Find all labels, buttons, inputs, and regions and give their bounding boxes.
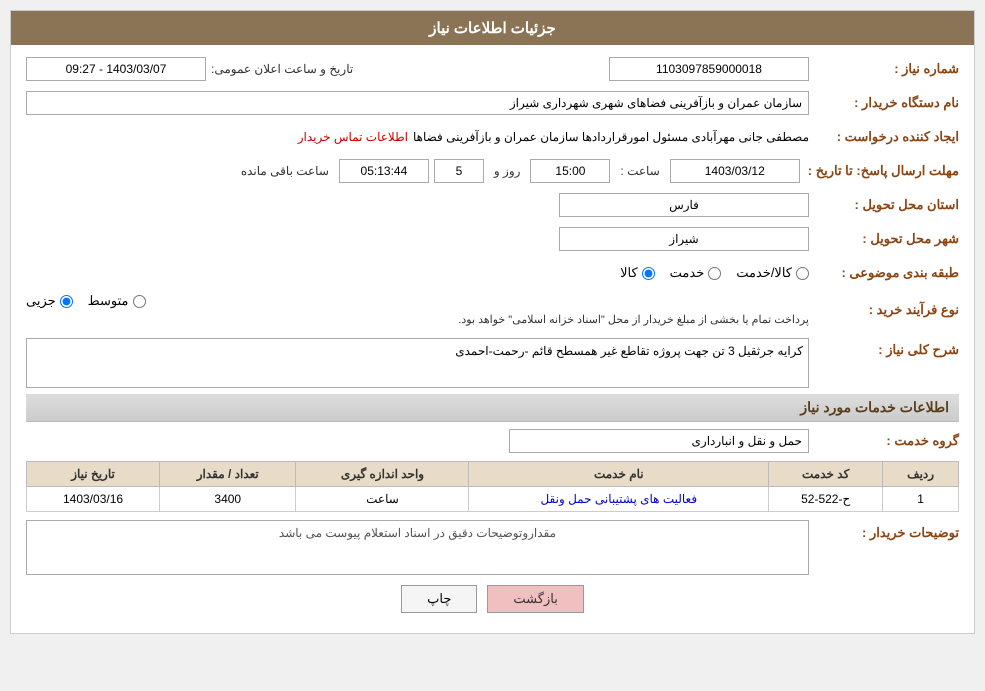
- services-section: ردیف کد خدمت نام خدمت واحد اندازه گیری ت…: [26, 461, 959, 512]
- row-farayand: نوع فرآیند خرید : متوسط جزیی پرداخت تمام…: [26, 293, 959, 326]
- col-name: نام خدمت: [469, 462, 769, 487]
- farayand-radio-group: متوسط جزیی: [26, 293, 809, 309]
- radio-khadamat-label: خدمت: [670, 265, 705, 281]
- print-button[interactable]: چاپ: [401, 585, 477, 613]
- nam-dastgah-input[interactable]: [26, 91, 809, 115]
- contact-link[interactable]: اطلاعات تماس خریدار: [298, 130, 408, 144]
- content-area: شماره نیاز : تاریخ و ساعت اعلان عمومی: ن…: [11, 45, 974, 633]
- table-header-row: ردیف کد خدمت نام خدمت واحد اندازه گیری ت…: [27, 462, 959, 487]
- col-tedad: تعداد / مقدار: [160, 462, 296, 487]
- cell-tarikh: 1403/03/16: [27, 487, 160, 512]
- tarikh-saat-label: تاریخ و ساعت اعلان عمومی:: [206, 62, 358, 76]
- col-vahed: واحد اندازه گیری: [296, 462, 469, 487]
- ostan-label: استان محل تحویل :: [809, 197, 959, 213]
- sharh-textarea[interactable]: [26, 338, 809, 388]
- group-service-label: گروه خدمت :: [809, 433, 959, 449]
- cell-vahed: ساعت: [296, 487, 469, 512]
- group-service-value-cell: [26, 429, 809, 453]
- col-radif: ردیف: [883, 462, 959, 487]
- time-input[interactable]: [530, 159, 610, 183]
- shahr-value-cell: [26, 227, 809, 251]
- buttons-row: بازگشت چاپ: [26, 585, 959, 613]
- shomara-input[interactable]: [609, 57, 809, 81]
- shahr-input[interactable]: [559, 227, 809, 251]
- mohlat-label: مهلت ارسال پاسخ: تا تاریخ :: [800, 163, 959, 179]
- row-buyer-notes: توضیحات خریدار :: [26, 520, 959, 575]
- nam-dastgah-label: نام دستگاه خریدار :: [809, 95, 959, 111]
- row-tabaqe: طبقه بندی موضوعی : کالا/خدمت خدمت کالا: [26, 259, 959, 287]
- farayand-desc: پرداخت تمام یا بخشی از مبلغ خریدار از مح…: [26, 313, 809, 326]
- radio-khadamat[interactable]: [708, 267, 721, 280]
- radio-kala-khadamat-label: کالا/خدمت: [736, 265, 792, 281]
- table-row: 1 ح-522-52 فعالیت های پشتیبانی حمل ونقل …: [27, 487, 959, 512]
- date-input[interactable]: [670, 159, 800, 183]
- ostan-input[interactable]: [559, 193, 809, 217]
- ijad-value-cell: مصطفی جانی مهرآبادی مسئول امورقراردادها …: [26, 130, 809, 144]
- shomara-value-cell: [358, 57, 809, 81]
- row-group-service: گروه خدمت :: [26, 427, 959, 455]
- row-nam-dastgah: نام دستگاه خریدار :: [26, 89, 959, 117]
- radio-motavaset-item: متوسط: [88, 293, 146, 309]
- group-service-input[interactable]: [509, 429, 809, 453]
- buyer-notes-label: توضیحات خریدار :: [809, 520, 959, 541]
- radio-kala-item: کالا: [620, 265, 655, 281]
- ijad-label: ایجاد کننده درخواست :: [809, 129, 959, 145]
- radio-kala-label: کالا: [620, 265, 638, 281]
- main-container: جزئیات اطلاعات نیاز شماره نیاز : تاریخ و…: [10, 10, 975, 634]
- tabaqe-value-cell: کالا/خدمت خدمت کالا: [26, 265, 809, 281]
- cell-kod: ح-522-52: [769, 487, 883, 512]
- shomara-label: شماره نیاز :: [809, 61, 959, 77]
- roz-input[interactable]: [434, 159, 484, 183]
- row-shomara: شماره نیاز : تاریخ و ساعت اعلان عمومی:: [26, 55, 959, 83]
- roz-label: روز و: [489, 164, 526, 178]
- time-label: ساعت :: [615, 164, 664, 178]
- page-header: جزئیات اطلاعات نیاز: [11, 11, 974, 45]
- row-ostan: استان محل تحویل :: [26, 191, 959, 219]
- farayand-label: نوع فرآیند خرید :: [809, 302, 959, 318]
- nam-dastgah-value-cell: [26, 91, 809, 115]
- row-shahr: شهر محل تحویل :: [26, 225, 959, 253]
- radio-jozii-label: جزیی: [26, 293, 56, 309]
- radio-khadamat-item: خدمت: [670, 265, 722, 281]
- tarikh-saat-input[interactable]: [26, 57, 206, 81]
- radio-kala-khadamat-item: کالا/خدمت: [736, 265, 809, 281]
- services-section-header: اطلاعات خدمات مورد نیاز: [26, 394, 959, 422]
- buyer-notes-value-cell: [26, 520, 809, 575]
- ijad-value: مصطفی جانی مهرآبادی مسئول امورقراردادها …: [413, 130, 809, 144]
- radio-motavaset-label: متوسط: [88, 293, 129, 309]
- back-button[interactable]: بازگشت: [487, 585, 583, 613]
- tabaqe-label: طبقه بندی موضوعی :: [809, 265, 959, 281]
- row-ijad: ایجاد کننده درخواست : مصطفی جانی مهرآباد…: [26, 123, 959, 151]
- sharh-value-cell: [26, 338, 809, 388]
- radio-kala-khadamat[interactable]: [796, 267, 809, 280]
- services-table: ردیف کد خدمت نام خدمت واحد اندازه گیری ت…: [26, 461, 959, 512]
- radio-kala[interactable]: [642, 267, 655, 280]
- remaining-label: ساعت باقی مانده: [236, 164, 334, 178]
- remaining-input[interactable]: [339, 159, 429, 183]
- radio-motavaset[interactable]: [133, 295, 146, 308]
- cell-name: فعالیت های پشتیبانی حمل ونقل: [469, 487, 769, 512]
- page-wrapper: جزئیات اطلاعات نیاز شماره نیاز : تاریخ و…: [0, 0, 985, 691]
- col-kod: کد خدمت: [769, 462, 883, 487]
- shahr-label: شهر محل تحویل :: [809, 231, 959, 247]
- radio-jozii-item: جزیی: [26, 293, 73, 309]
- cell-tedad: 3400: [160, 487, 296, 512]
- mohlat-value-cell: ساعت : روز و ساعت باقی مانده: [26, 159, 800, 183]
- buyer-notes-textarea[interactable]: [26, 520, 809, 575]
- row-mohlat: مهلت ارسال پاسخ: تا تاریخ : ساعت : روز و…: [26, 157, 959, 185]
- page-title: جزئیات اطلاعات نیاز: [429, 20, 556, 37]
- cell-radif: 1: [883, 487, 959, 512]
- farayand-value-cell: متوسط جزیی پرداخت تمام یا بخشی از مبلغ خ…: [26, 293, 809, 326]
- row-sharh: شرح کلی نیاز :: [26, 338, 959, 388]
- sharh-label: شرح کلی نیاز :: [809, 338, 959, 358]
- ostan-value-cell: [26, 193, 809, 217]
- col-tarikh: تاریخ نیاز: [27, 462, 160, 487]
- services-header-text: اطلاعات خدمات مورد نیاز: [800, 399, 949, 415]
- radio-jozii[interactable]: [60, 295, 73, 308]
